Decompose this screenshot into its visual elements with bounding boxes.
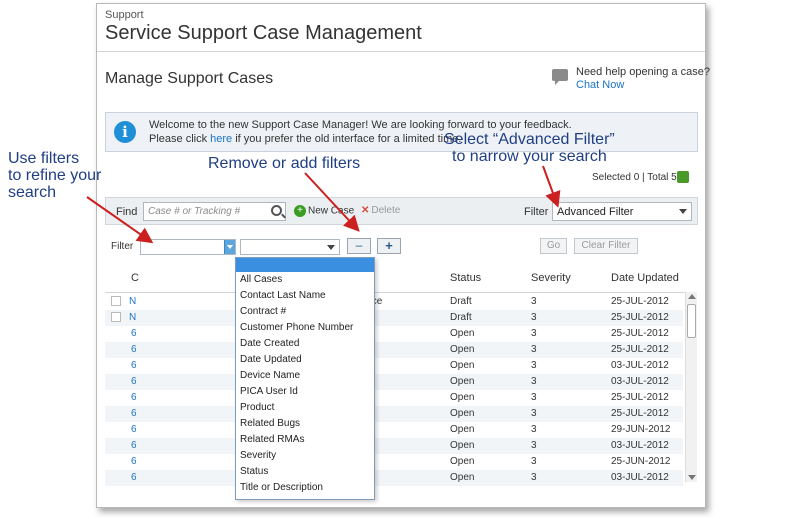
arrow-to-add-remove bbox=[304, 172, 360, 232]
annotation-arrows bbox=[86, 165, 561, 244]
arrow-to-advanced-filter bbox=[542, 165, 561, 208]
arrow-to-filter-field bbox=[86, 196, 154, 244]
